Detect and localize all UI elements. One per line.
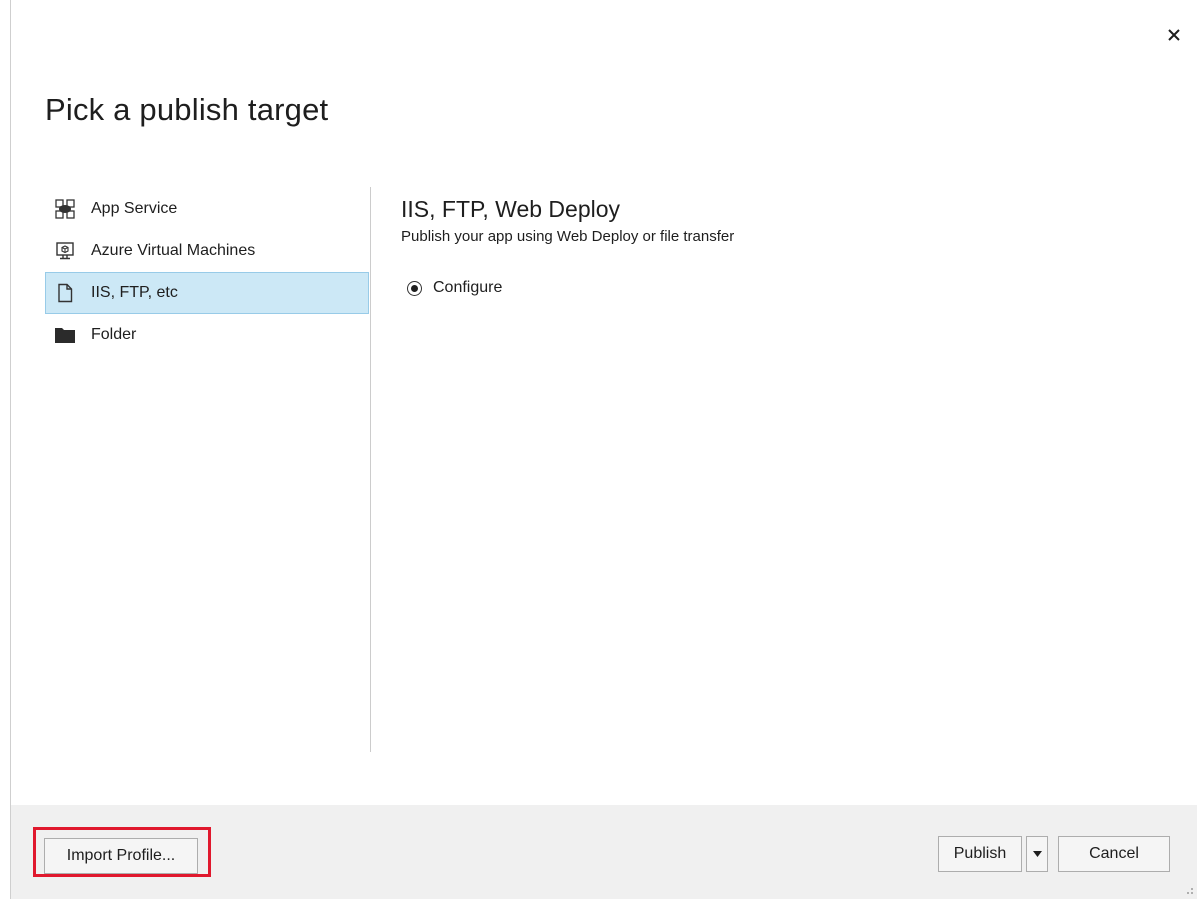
resize-grip-icon[interactable] [1182,883,1194,895]
import-profile-button[interactable]: Import Profile... [44,838,198,874]
radio-selected-dot [411,284,418,292]
target-label: App Service [91,200,178,217]
app-service-icon [54,198,76,220]
cancel-button[interactable]: Cancel [1058,836,1170,872]
radio-label: Configure [433,279,503,296]
target-label: Folder [91,326,137,343]
target-label: Azure Virtual Machines [91,242,256,259]
close-icon [1168,29,1180,41]
dialog-footer: Import Profile... Publish Cancel [11,805,1197,899]
detail-description: Publish your app using Web Deploy or fil… [401,228,735,245]
target-label: IIS, FTP, etc [91,284,178,301]
page-title: Pick a publish target [45,92,329,127]
caret-down-icon [1032,851,1042,857]
target-item-azure-virtual-machines[interactable]: Azure Virtual Machines [45,230,369,272]
target-detail-panel: IIS, FTP, Web Deploy Publish your app us… [401,196,734,245]
document-icon [54,282,76,304]
virtual-machine-icon [54,240,76,262]
target-item-app-service[interactable]: App Service [45,188,369,230]
vertical-divider [370,187,371,752]
publish-target-list: App Service Azure Virtual Machines IIS, … [45,188,369,356]
folder-icon [54,324,76,346]
detail-title: IIS, FTP, Web Deploy [401,196,621,222]
configure-radio-option[interactable]: Configure [407,279,502,297]
close-button[interactable] [1161,22,1187,48]
publish-dropdown-button[interactable] [1026,836,1048,872]
publish-dialog: Pick a publish target App Service Azure … [10,0,1197,899]
publish-button[interactable]: Publish [938,836,1022,872]
target-item-folder[interactable]: Folder [45,314,369,356]
target-item-iis-ftp[interactable]: IIS, FTP, etc [45,272,369,314]
radio-button[interactable] [407,280,422,296]
